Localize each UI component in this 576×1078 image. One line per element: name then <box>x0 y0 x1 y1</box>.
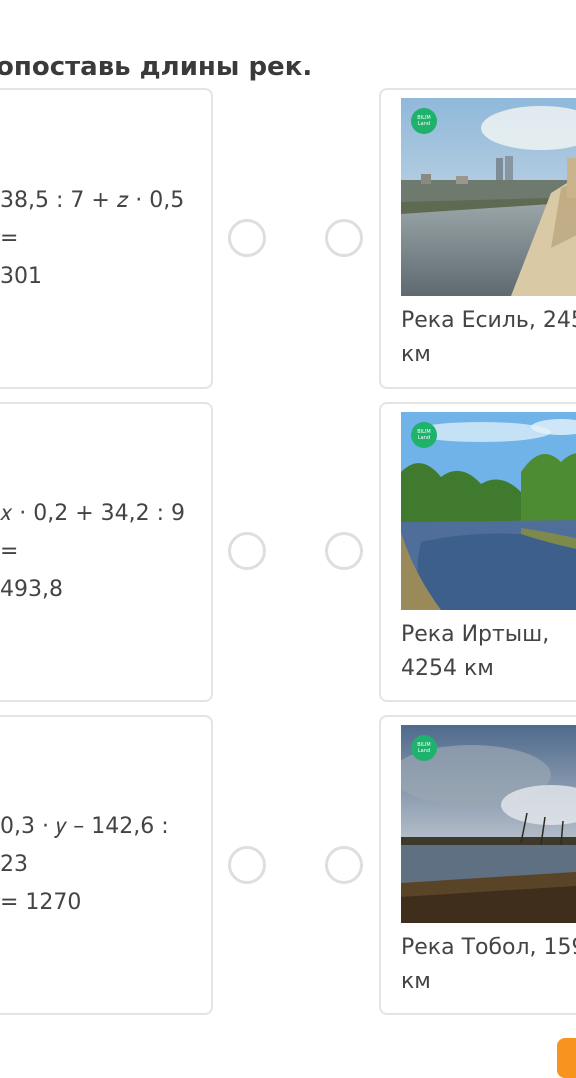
equation-radio-2[interactable] <box>228 532 266 570</box>
river-card-esil[interactable]: BILIM Land Река Есиль, 245 км <box>379 88 576 389</box>
equation-card-2[interactable]: 𝑥 · 0,2 + 34,2 : 9 = 493,8 <box>0 402 213 702</box>
river-photo-irtysh: BILIM Land <box>401 412 576 610</box>
equation-radio-1[interactable] <box>228 219 266 257</box>
river-caption-irtysh: Река Иртыш, 4254 км <box>401 622 550 681</box>
equation-text-1: 38,5 : 7 + 𝑧 · 0,5 = 301 <box>0 187 185 289</box>
river-photo-esil: BILIM Land <box>401 98 576 296</box>
equation-radio-3[interactable] <box>228 846 266 884</box>
river-card-tobol[interactable]: BILIM Land Река Тобол, 159 км <box>379 715 576 1015</box>
brand-logo: BILIM Land <box>411 108 437 134</box>
equation-text-2: 𝑥 · 0,2 + 34,2 : 9 = 493,8 <box>0 501 186 602</box>
river-radio-3[interactable] <box>325 846 363 884</box>
river-caption-tobol: Река Тобол, 159 км <box>401 935 576 994</box>
river-photo-tobol: BILIM Land <box>401 725 576 923</box>
equation-card-1[interactable]: 38,5 : 7 + 𝑧 · 0,5 = 301 <box>0 88 213 389</box>
task-title: опоставь длины рек. <box>0 52 313 82</box>
river-radio-1[interactable] <box>325 219 363 257</box>
river-radio-2[interactable] <box>325 532 363 570</box>
equation-text-3: 0,3 · 𝑦 – 142,6 : 23 = 1270 <box>0 814 169 915</box>
river-card-irtysh[interactable]: BILIM Land Река Иртыш, 4254 км <box>379 402 576 702</box>
river-caption-esil: Река Есиль, 245 км <box>401 308 576 367</box>
next-button[interactable] <box>557 1038 576 1078</box>
brand-logo: BILIM Land <box>411 735 437 761</box>
equation-card-3[interactable]: 0,3 · 𝑦 – 142,6 : 23 = 1270 <box>0 715 213 1015</box>
brand-logo: BILIM Land <box>411 422 437 448</box>
